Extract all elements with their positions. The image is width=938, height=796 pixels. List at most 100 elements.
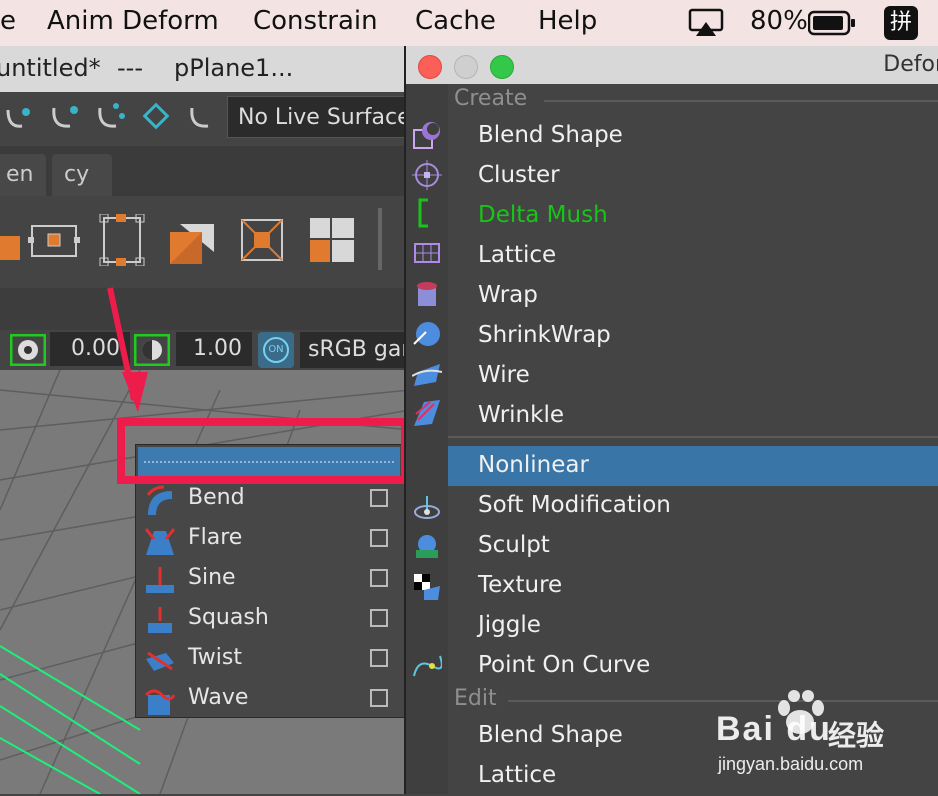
menu-item-blend-shape[interactable]: Blend Shape	[448, 116, 938, 156]
mac-menu-bar: e Anim Deform Constrain Cache Help 80% 拼	[0, 0, 938, 46]
battery-icon[interactable]	[808, 10, 856, 36]
menu-item-nonlinear[interactable]: Nonlinear	[448, 446, 938, 486]
menu-cache[interactable]: Cache	[415, 6, 496, 36]
texture-icon	[414, 574, 440, 600]
menu-label: Lattice	[478, 242, 557, 268]
submenu-item-squash[interactable]: Squash	[136, 601, 404, 641]
baidu-watermark: Bai du 经验 jingyan.baidu.com	[712, 690, 932, 790]
soft-modification-icon	[414, 496, 440, 519]
submenu-label: Squash	[188, 605, 269, 630]
shelf-tool-center-pivot-icon[interactable]	[28, 214, 80, 266]
option-box[interactable]	[370, 689, 388, 707]
minimize-button[interactable]	[454, 55, 478, 79]
input-method-icon[interactable]: 拼	[884, 6, 918, 40]
window-title: Defor	[883, 52, 938, 77]
option-box[interactable]	[370, 489, 388, 507]
submenu-item-bend[interactable]: Bend	[136, 481, 404, 521]
menu-label: Sculpt	[478, 532, 550, 558]
menu-item-texture[interactable]: Texture	[448, 566, 938, 606]
submenu-label: Twist	[188, 645, 242, 670]
tab-partial-1[interactable]: en	[0, 154, 46, 196]
airplay-icon[interactable]	[688, 8, 724, 38]
nonlinear-submenu: Bend Flare Sine Squash Twist Wave	[135, 444, 405, 718]
submenu-item-wave[interactable]: Wave	[136, 681, 404, 721]
menu-label: Wrinkle	[478, 402, 564, 428]
deform-window-titlebar: Defor	[406, 46, 938, 84]
snap-grid-icon[interactable]	[94, 100, 128, 134]
menu-item-wrap[interactable]: Wrap	[448, 276, 938, 316]
menu-label: Nonlinear	[478, 452, 589, 478]
shelf-tool-box-icon[interactable]	[236, 214, 288, 266]
deform-menu-window: Defor Create Blend Shape Cluster Delta M…	[404, 46, 938, 794]
delta-mush-icon	[418, 198, 428, 228]
color-management-toggle[interactable]: ON	[258, 332, 294, 368]
menu-item-jiggle[interactable]: Jiggle	[448, 606, 938, 646]
option-box[interactable]	[370, 569, 388, 587]
snap-curve-icon[interactable]	[2, 100, 36, 134]
live-surface-field[interactable]: No Live Surface	[227, 96, 407, 138]
squash-icon	[148, 607, 172, 633]
maya-title-bar: untitled* --- pPlane1...	[0, 46, 410, 92]
option-box[interactable]	[370, 649, 388, 667]
shelf-tool-partial-icon[interactable]	[0, 214, 22, 266]
option-box[interactable]	[370, 529, 388, 547]
menu-item-cluster[interactable]: Cluster	[448, 156, 938, 196]
menu-label: Soft Modification	[478, 492, 671, 518]
submenu-label: Wave	[188, 685, 249, 710]
snap-point-icon[interactable]	[48, 100, 82, 134]
menu-label: Blend Shape	[478, 122, 623, 148]
status-line: No Live Surface	[0, 92, 410, 146]
section-label: Edit	[454, 686, 497, 711]
snap-surface-icon[interactable]	[140, 100, 174, 134]
shelf-tool-bounds-icon[interactable]	[96, 214, 148, 266]
menu-divider	[448, 436, 938, 438]
watermark-brand: Bai du	[716, 710, 832, 748]
menu-label: Cluster	[478, 162, 560, 188]
snap-live-icon[interactable]	[186, 100, 220, 134]
annotation-arrow	[107, 287, 148, 412]
menu-item-wire[interactable]: Wire	[448, 356, 938, 396]
menu-item-sculpt[interactable]: Sculpt	[448, 526, 938, 566]
menu-item-soft-modification[interactable]: Soft Modification	[448, 486, 938, 526]
battery-percent: 80%	[750, 6, 808, 36]
menu-item-shrinkwrap[interactable]: ShrinkWrap	[448, 316, 938, 356]
menu-item-delta-mush[interactable]: Delta Mush	[448, 196, 938, 236]
wire-icon	[412, 364, 442, 386]
submenu-item-sine[interactable]: Sine	[136, 561, 404, 601]
menu-item-point-on-curve[interactable]: Point On Curve	[448, 646, 938, 686]
color-space-dropdown[interactable]: sRGB gam	[300, 332, 410, 368]
section-divider	[544, 100, 938, 102]
zoom-button[interactable]	[490, 55, 514, 79]
close-button[interactable]	[418, 55, 442, 79]
shrinkwrap-icon	[413, 322, 440, 346]
submenu-label: Bend	[188, 485, 245, 510]
tool-shelf	[0, 196, 410, 290]
submenu-label: Flare	[188, 525, 243, 550]
menu-help[interactable]: Help	[538, 6, 597, 36]
gamma-field[interactable]: 1.00	[176, 332, 252, 366]
shelf-divider	[378, 208, 382, 270]
section-label: Create	[454, 86, 528, 111]
menu-item-partial[interactable]: e	[0, 6, 16, 36]
menu-item-wrinkle[interactable]: Wrinkle	[448, 396, 938, 436]
submenu-item-twist[interactable]: Twist	[136, 641, 404, 681]
shelf-tool-split-icon[interactable]	[166, 214, 218, 266]
menu-label: Wire	[478, 362, 530, 388]
shelf-tabs: en cy	[0, 146, 410, 196]
wrap-icon	[417, 282, 437, 306]
create-section-header: Create	[448, 84, 938, 116]
submenu-item-flare[interactable]: Flare	[136, 521, 404, 561]
exposure-icon[interactable]	[10, 334, 46, 366]
menu-item-lattice[interactable]: Lattice	[448, 236, 938, 276]
menu-label: Wrap	[478, 282, 538, 308]
option-box[interactable]	[370, 609, 388, 627]
tab-partial-2[interactable]: cy	[52, 154, 112, 196]
submenu-label: Sine	[188, 565, 236, 590]
menu-constrain[interactable]: Constrain	[253, 6, 378, 36]
watermark-cn: 经验	[828, 719, 885, 752]
menu-anim-deform[interactable]: Anim Deform	[47, 6, 219, 36]
twist-icon	[146, 651, 174, 671]
shelf-tool-grid-icon[interactable]	[306, 214, 358, 266]
menu-icon-column	[406, 84, 448, 794]
point-on-curve-icon	[413, 655, 442, 677]
